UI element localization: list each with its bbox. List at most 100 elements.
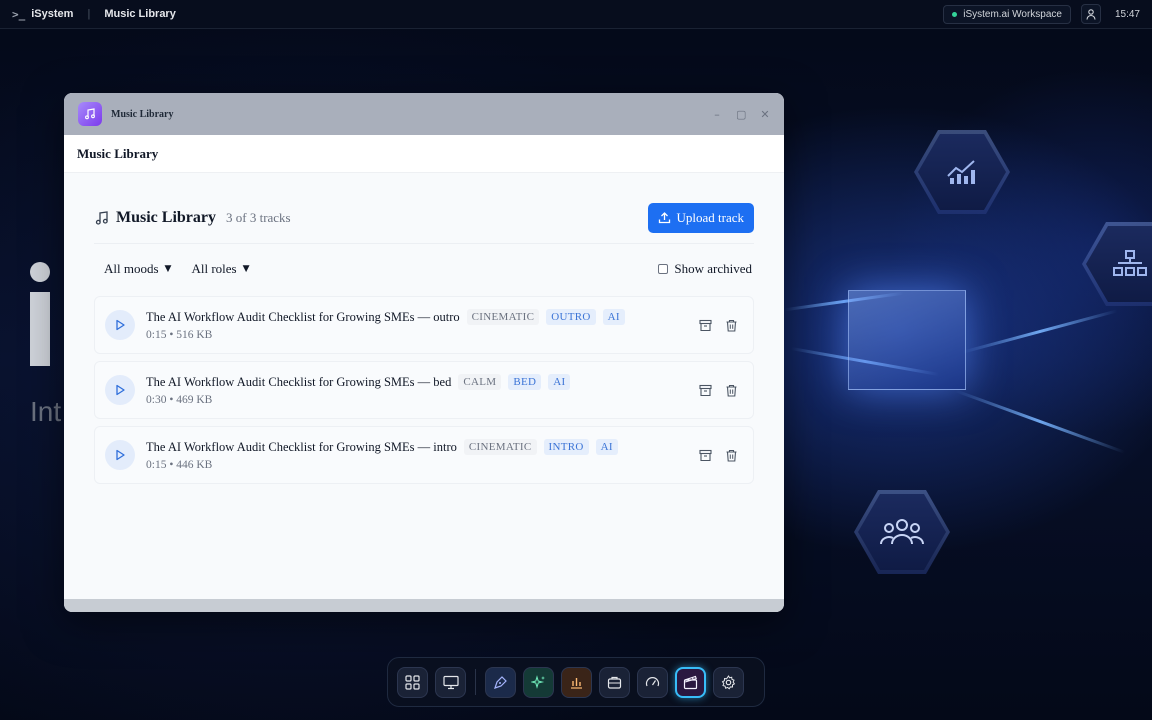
upload-track-button[interactable]: Upload track (648, 202, 754, 233)
brand[interactable]: >_ iSystem (12, 8, 73, 21)
dock-ai-button[interactable] (523, 666, 554, 698)
workspace-chip[interactable]: iSystem.ai Workspace (943, 4, 1071, 24)
dock-performance-button[interactable] (637, 666, 668, 698)
play-button[interactable] (105, 440, 135, 470)
dock (387, 657, 765, 707)
play-button[interactable] (105, 375, 135, 405)
window-titlebar[interactable]: Music Library – ▢ ✕ (64, 93, 784, 135)
grid-icon (405, 674, 420, 690)
play-button[interactable] (105, 310, 135, 340)
track-title: The AI Workflow Audit Checklist for Grow… (146, 309, 460, 324)
archive-button[interactable] (697, 382, 713, 398)
dock-business-button[interactable] (599, 666, 630, 698)
sparkles-icon (531, 674, 545, 689)
mood-tag: CINEMATIC (463, 439, 537, 455)
briefcase-icon (607, 676, 622, 689)
status-dot (952, 11, 958, 17)
mood-filter-value: All moods (104, 261, 159, 276)
archive-icon (698, 449, 712, 461)
system-topbar: >_ iSystem | Music Library iSystem.ai Wo… (0, 0, 1152, 29)
track-row[interactable]: The AI Workflow Audit Checklist for Grow… (94, 296, 754, 354)
bar-chart-icon (571, 677, 582, 689)
role-tag: BED (508, 374, 542, 390)
filter-bar: All moods ▼ All roles ▼ Show archived (94, 244, 754, 294)
ai-tag: AI (602, 309, 625, 325)
wallpaper-tagline: Int (30, 396, 62, 427)
library-header: Music Library 3 of 3 tracks Upload track (94, 192, 754, 244)
track-meta: 0:30 • 469 KB (146, 394, 213, 406)
dock-settings-button[interactable] (713, 666, 744, 698)
breadcrumb-current: Music Library (104, 8, 176, 20)
hex-node-team (854, 490, 950, 574)
brand-name: iSystem (31, 8, 74, 20)
wallpaper-logo-dot (30, 262, 50, 282)
archive-button[interactable] (697, 317, 713, 333)
clock: 15:47 (1114, 8, 1140, 20)
light-stream (954, 389, 1126, 454)
play-icon (116, 319, 125, 331)
music-note-icon (95, 210, 108, 225)
dock-apps-button[interactable] (397, 666, 428, 698)
music-library-window: Music Library – ▢ ✕ Music Library Music … (64, 93, 784, 612)
delete-button[interactable] (723, 317, 739, 333)
delete-button[interactable] (723, 447, 739, 463)
workspace-name: iSystem.ai Workspace (963, 8, 1062, 20)
delete-button[interactable] (723, 382, 739, 398)
library-content: Music Library 3 of 3 tracks Upload track… (64, 192, 784, 484)
role-tag: INTRO (543, 439, 589, 455)
mood-tag: CALM (458, 374, 502, 390)
trash-icon (726, 449, 736, 462)
show-archived-checkbox[interactable] (658, 264, 669, 274)
mood-tag: CINEMATIC (466, 309, 540, 325)
gauge-icon (645, 676, 660, 686)
hierarchy-icon (1113, 250, 1147, 276)
window-footer (64, 599, 784, 612)
network-cube (848, 290, 966, 390)
dock-design-button[interactable] (485, 666, 516, 698)
settings-icon (721, 674, 736, 690)
track-count: 3 of 3 tracks (226, 209, 291, 225)
pen-icon (494, 675, 507, 689)
maximize-button[interactable]: ▢ (736, 108, 746, 121)
user-button[interactable] (1080, 4, 1101, 24)
trash-icon (726, 319, 736, 332)
archive-button[interactable] (697, 447, 713, 463)
dock-media-button[interactable] (675, 666, 706, 698)
track-row[interactable]: The AI Workflow Audit Checklist for Grow… (94, 426, 754, 484)
play-icon (116, 384, 125, 396)
music-note-icon (85, 108, 95, 120)
breadcrumb-separator: | (87, 8, 91, 20)
ai-tag: AI (595, 439, 618, 455)
dock-analytics-button[interactable] (561, 666, 592, 698)
light-stream (962, 309, 1118, 354)
show-archived-toggle[interactable]: Show archived (658, 261, 754, 277)
dock-desktop-button[interactable] (435, 666, 466, 698)
upload-icon (659, 212, 671, 224)
role-filter-value: All roles (191, 261, 237, 276)
track-row[interactable]: The AI Workflow Audit Checklist for Grow… (94, 361, 754, 419)
track-meta: 0:15 • 446 KB (146, 459, 213, 471)
ai-tag: AI (548, 374, 571, 390)
app-header: Music Library (64, 135, 784, 173)
users-icon (880, 519, 924, 545)
wallpaper-logo-stem (30, 292, 50, 366)
hex-node-hierarchy (1082, 222, 1152, 306)
show-archived-label: Show archived (674, 261, 752, 276)
role-tag: OUTRO (546, 309, 596, 325)
minimize-button[interactable]: – (712, 108, 722, 121)
hex-node-chart (914, 130, 1010, 214)
window-title: Music Library (111, 108, 174, 120)
track-meta: 0:15 • 516 KB (146, 329, 213, 341)
chevron-down-icon: ▼ (242, 264, 250, 274)
user-icon (1086, 8, 1096, 20)
close-button[interactable]: ✕ (760, 108, 770, 121)
track-title: The AI Workflow Audit Checklist for Grow… (146, 439, 457, 454)
track-title: The AI Workflow Audit Checklist for Grow… (146, 374, 452, 389)
monitor-icon (442, 675, 459, 689)
upload-track-label: Upload track (676, 209, 744, 225)
role-filter-select[interactable]: All roles ▼ (181, 261, 259, 277)
track-list: The AI Workflow Audit Checklist for Grow… (94, 296, 754, 484)
music-app-icon (78, 102, 102, 126)
mood-filter-select[interactable]: All moods ▼ (94, 261, 181, 277)
archive-icon (698, 384, 712, 396)
